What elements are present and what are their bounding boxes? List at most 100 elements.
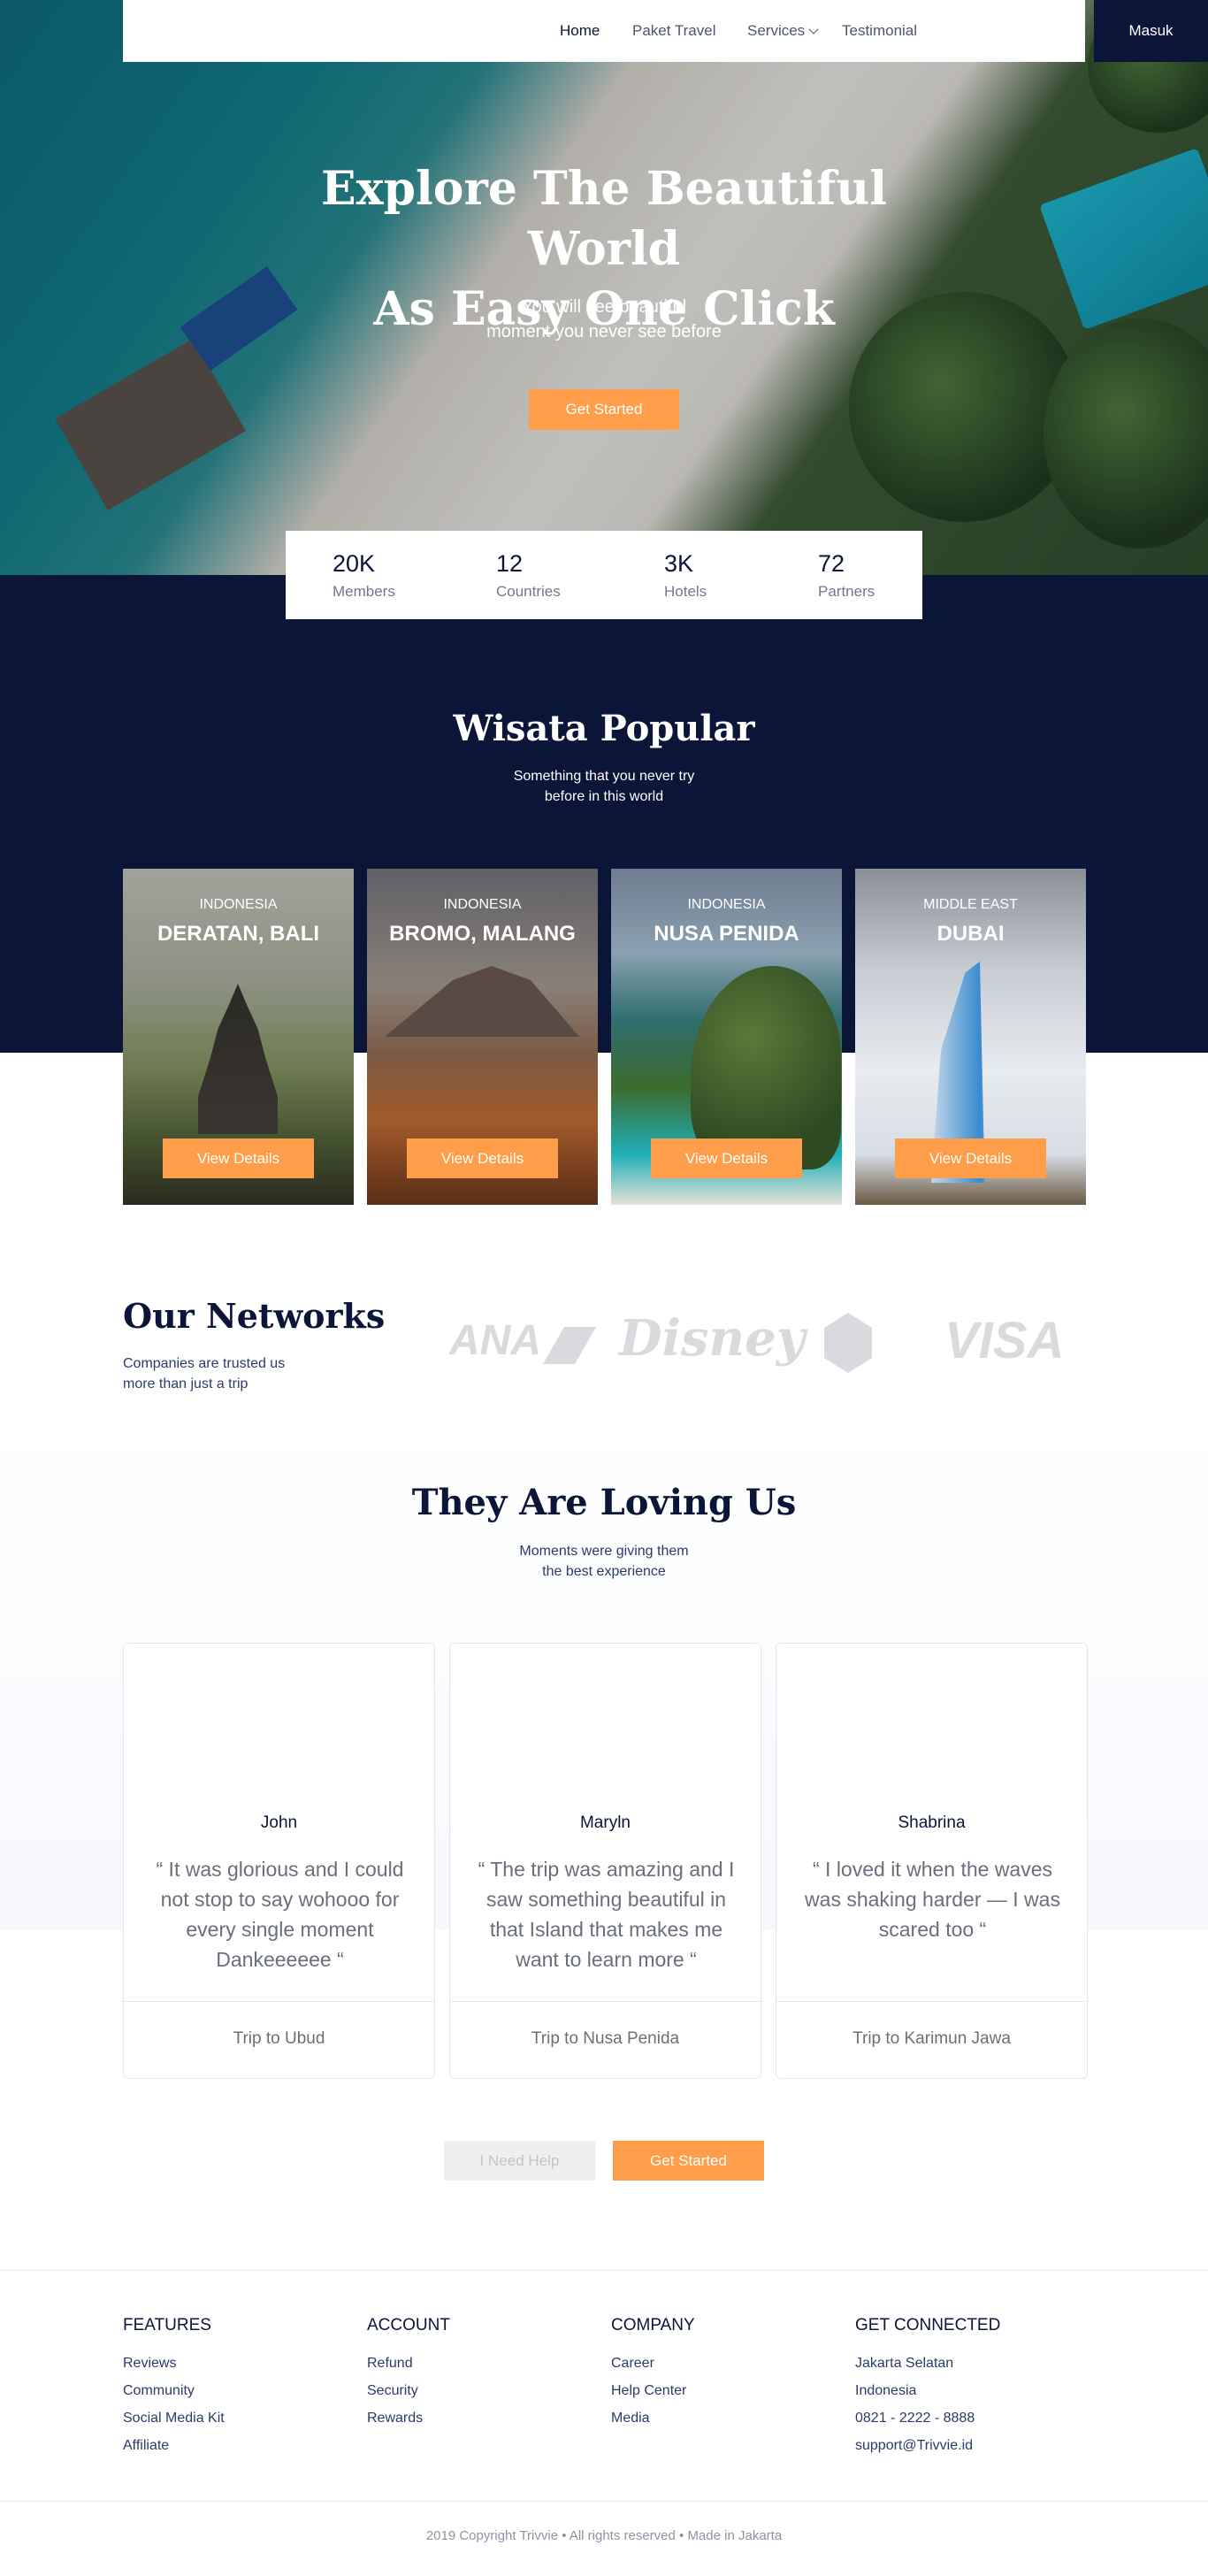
popular-subtitle-line: Something that you never try	[513, 769, 695, 784]
networks-subtitle: Companies are trusted us more than just …	[123, 1353, 353, 1394]
navbar: Home Paket Travel Services Testimonial M…	[123, 0, 1208, 62]
hero-subtitle: You will see beautiful moment you never …	[383, 295, 825, 344]
footer-divider	[0, 2270, 1208, 2271]
testimonial-card: John “ It was glorious and I could not s…	[123, 1643, 435, 2079]
hero-title-line: Explore The Beautiful World	[321, 162, 887, 276]
hero-subtitle-line: moment you never see before	[486, 322, 722, 341]
stat-value: 12	[496, 550, 524, 577]
networks-subtitle-line: more than just a trip	[123, 1376, 248, 1392]
footer-link-rewards[interactable]: Rewards	[367, 2404, 450, 2432]
hero-subtitle-line: You will see beautiful	[521, 297, 687, 317]
testimonials-subtitle-line: the best experience	[542, 1564, 666, 1579]
nav-home[interactable]: Home	[560, 21, 600, 41]
testimonial-quote: “ The trip was amazing and I saw somethi…	[478, 1858, 735, 1971]
view-details-button[interactable]: View Details	[651, 1138, 802, 1178]
stats-bar: 20K Members 12 Countries 3K Hotels 72 Pa…	[286, 531, 922, 619]
footer-link-community[interactable]: Community	[123, 2377, 225, 2404]
stat-partners: 72 Partners	[818, 550, 875, 601]
footer-divider	[0, 2501, 1208, 2502]
stat-value: 3K	[664, 550, 694, 577]
footer-heading: COMPANY	[611, 2316, 695, 2334]
footer-link-affiliate[interactable]: Affiliate	[123, 2432, 225, 2459]
networks-subtitle-line: Companies are trusted us	[123, 1356, 286, 1371]
chevron-down-icon	[808, 24, 819, 34]
footer-link-media[interactable]: Media	[611, 2404, 695, 2432]
footer-link-career[interactable]: Career	[611, 2350, 695, 2377]
testimonial-quote: “ It was glorious and I could not stop t…	[156, 1858, 404, 1971]
get-started-button[interactable]: Get Started	[613, 2141, 764, 2181]
testimonials-subtitle: Moments were giving them the best experi…	[427, 1541, 781, 1582]
footer-heading: ACCOUNT	[367, 2316, 450, 2334]
destination-card: MIDDLE EAST DUBAI View Details	[855, 869, 1086, 1205]
card-country: INDONESIA	[199, 897, 278, 912]
card-place: BROMO, MALANG	[389, 922, 576, 946]
stat-hotels: 3K Hotels	[664, 550, 707, 601]
stat-members: 20K Members	[333, 550, 395, 601]
footer-link-reviews[interactable]: Reviews	[123, 2350, 225, 2377]
footer-phone[interactable]: 0821 - 2222 - 8888	[855, 2404, 1000, 2432]
footer-heading: FEATURES	[123, 2316, 211, 2334]
view-details-button[interactable]: View Details	[407, 1138, 558, 1178]
footer-column-account: ACCOUNT Refund Security Rewards	[367, 2316, 450, 2432]
stat-value: 20K	[333, 550, 376, 577]
destination-card: INDONESIA NUSA PENIDA View Details	[611, 869, 842, 1205]
footer-column-company: COMPANY Career Help Center Media	[611, 2316, 695, 2432]
testimonial-quote: “ I loved it when the waves was shaking …	[805, 1858, 1060, 1941]
footer-link-help-center[interactable]: Help Center	[611, 2377, 695, 2404]
testimonial-name: Maryln	[579, 1813, 631, 1832]
footer-column-get-connected: GET CONNECTED Jakarta Selatan Indonesia …	[855, 2316, 1000, 2459]
popular-subtitle: Something that you never try before in t…	[427, 766, 781, 807]
testimonial-card: Maryln “ The trip was amazing and I saw …	[449, 1643, 761, 2079]
stat-countries: 12 Countries	[496, 550, 561, 601]
stat-label: Partners	[818, 583, 875, 600]
destination-card: INDONESIA BROMO, MALANG View Details	[367, 869, 598, 1205]
footer-link-security[interactable]: Security	[367, 2377, 450, 2404]
networks-title: Our Networks	[123, 1296, 386, 1336]
view-details-button[interactable]: View Details	[163, 1138, 314, 1178]
card-place: NUSA PENIDA	[654, 922, 799, 946]
pagoda-shape	[198, 984, 278, 1134]
destination-card: INDONESIA DERATAN, BALI View Details	[123, 869, 354, 1205]
testimonial-name: John	[260, 1813, 298, 1832]
testimonials-subtitle-line: Moments were giving them	[519, 1544, 689, 1559]
footer-address-city: Jakarta Selatan	[855, 2356, 954, 2371]
login-button[interactable]: Masuk	[1094, 0, 1208, 62]
testimonial-divider	[124, 2001, 434, 2002]
testimonial-trip: Trip to Nusa Penida	[531, 2029, 680, 2048]
mountain-shape	[385, 966, 579, 1037]
need-help-button[interactable]: I Need Help	[444, 2141, 595, 2181]
popular-title: Wisata Popular	[453, 708, 755, 749]
testimonial-trip: Trip to Ubud	[233, 2029, 325, 2048]
ana-logo: ANA	[449, 1317, 541, 1364]
nav-paket-travel[interactable]: Paket Travel	[632, 21, 716, 41]
footer-column-features: FEATURES Reviews Community Social Media …	[123, 2316, 225, 2459]
testimonial-divider	[450, 2001, 761, 2002]
card-country: INDONESIA	[443, 897, 522, 912]
hero-get-started-button[interactable]: Get Started	[529, 389, 679, 430]
testimonial-trip: Trip to Karimun Jawa	[852, 2029, 1011, 2048]
footer-link-refund[interactable]: Refund	[367, 2350, 450, 2377]
testimonial-card: Shabrina “ I loved it when the waves was…	[776, 1643, 1088, 2079]
card-place: DUBAI	[937, 922, 1005, 946]
card-place: DERATAN, BALI	[157, 922, 320, 946]
nav-services-label: Services	[747, 22, 806, 39]
ana-logo-mark	[543, 1327, 596, 1364]
popular-subtitle-line: before in this world	[544, 789, 664, 804]
stat-label: Hotels	[664, 583, 707, 600]
stat-label: Members	[333, 583, 395, 600]
footer-email[interactable]: support@Trivvie.id	[855, 2432, 1000, 2459]
stat-value: 72	[818, 550, 845, 577]
nav-services[interactable]: Services	[747, 21, 819, 41]
nav-testimonial[interactable]: Testimonial	[842, 21, 917, 41]
testimonials-title: They Are Loving Us	[411, 1482, 797, 1523]
footer-heading: GET CONNECTED	[855, 2316, 1001, 2334]
stat-label: Countries	[496, 583, 561, 600]
copyright-text: 2019 Copyright Trivvie • All rights rese…	[425, 2528, 783, 2543]
visa-logo: VISA	[944, 1312, 1065, 1369]
testimonial-divider	[776, 2001, 1087, 2002]
hero-section: Explore The Beautiful World As Easy One …	[0, 0, 1208, 575]
testimonial-name: Shabrina	[898, 1813, 966, 1832]
view-details-button[interactable]: View Details	[895, 1138, 1046, 1178]
card-country: INDONESIA	[687, 897, 766, 912]
footer-link-social-media-kit[interactable]: Social Media Kit	[123, 2404, 225, 2432]
